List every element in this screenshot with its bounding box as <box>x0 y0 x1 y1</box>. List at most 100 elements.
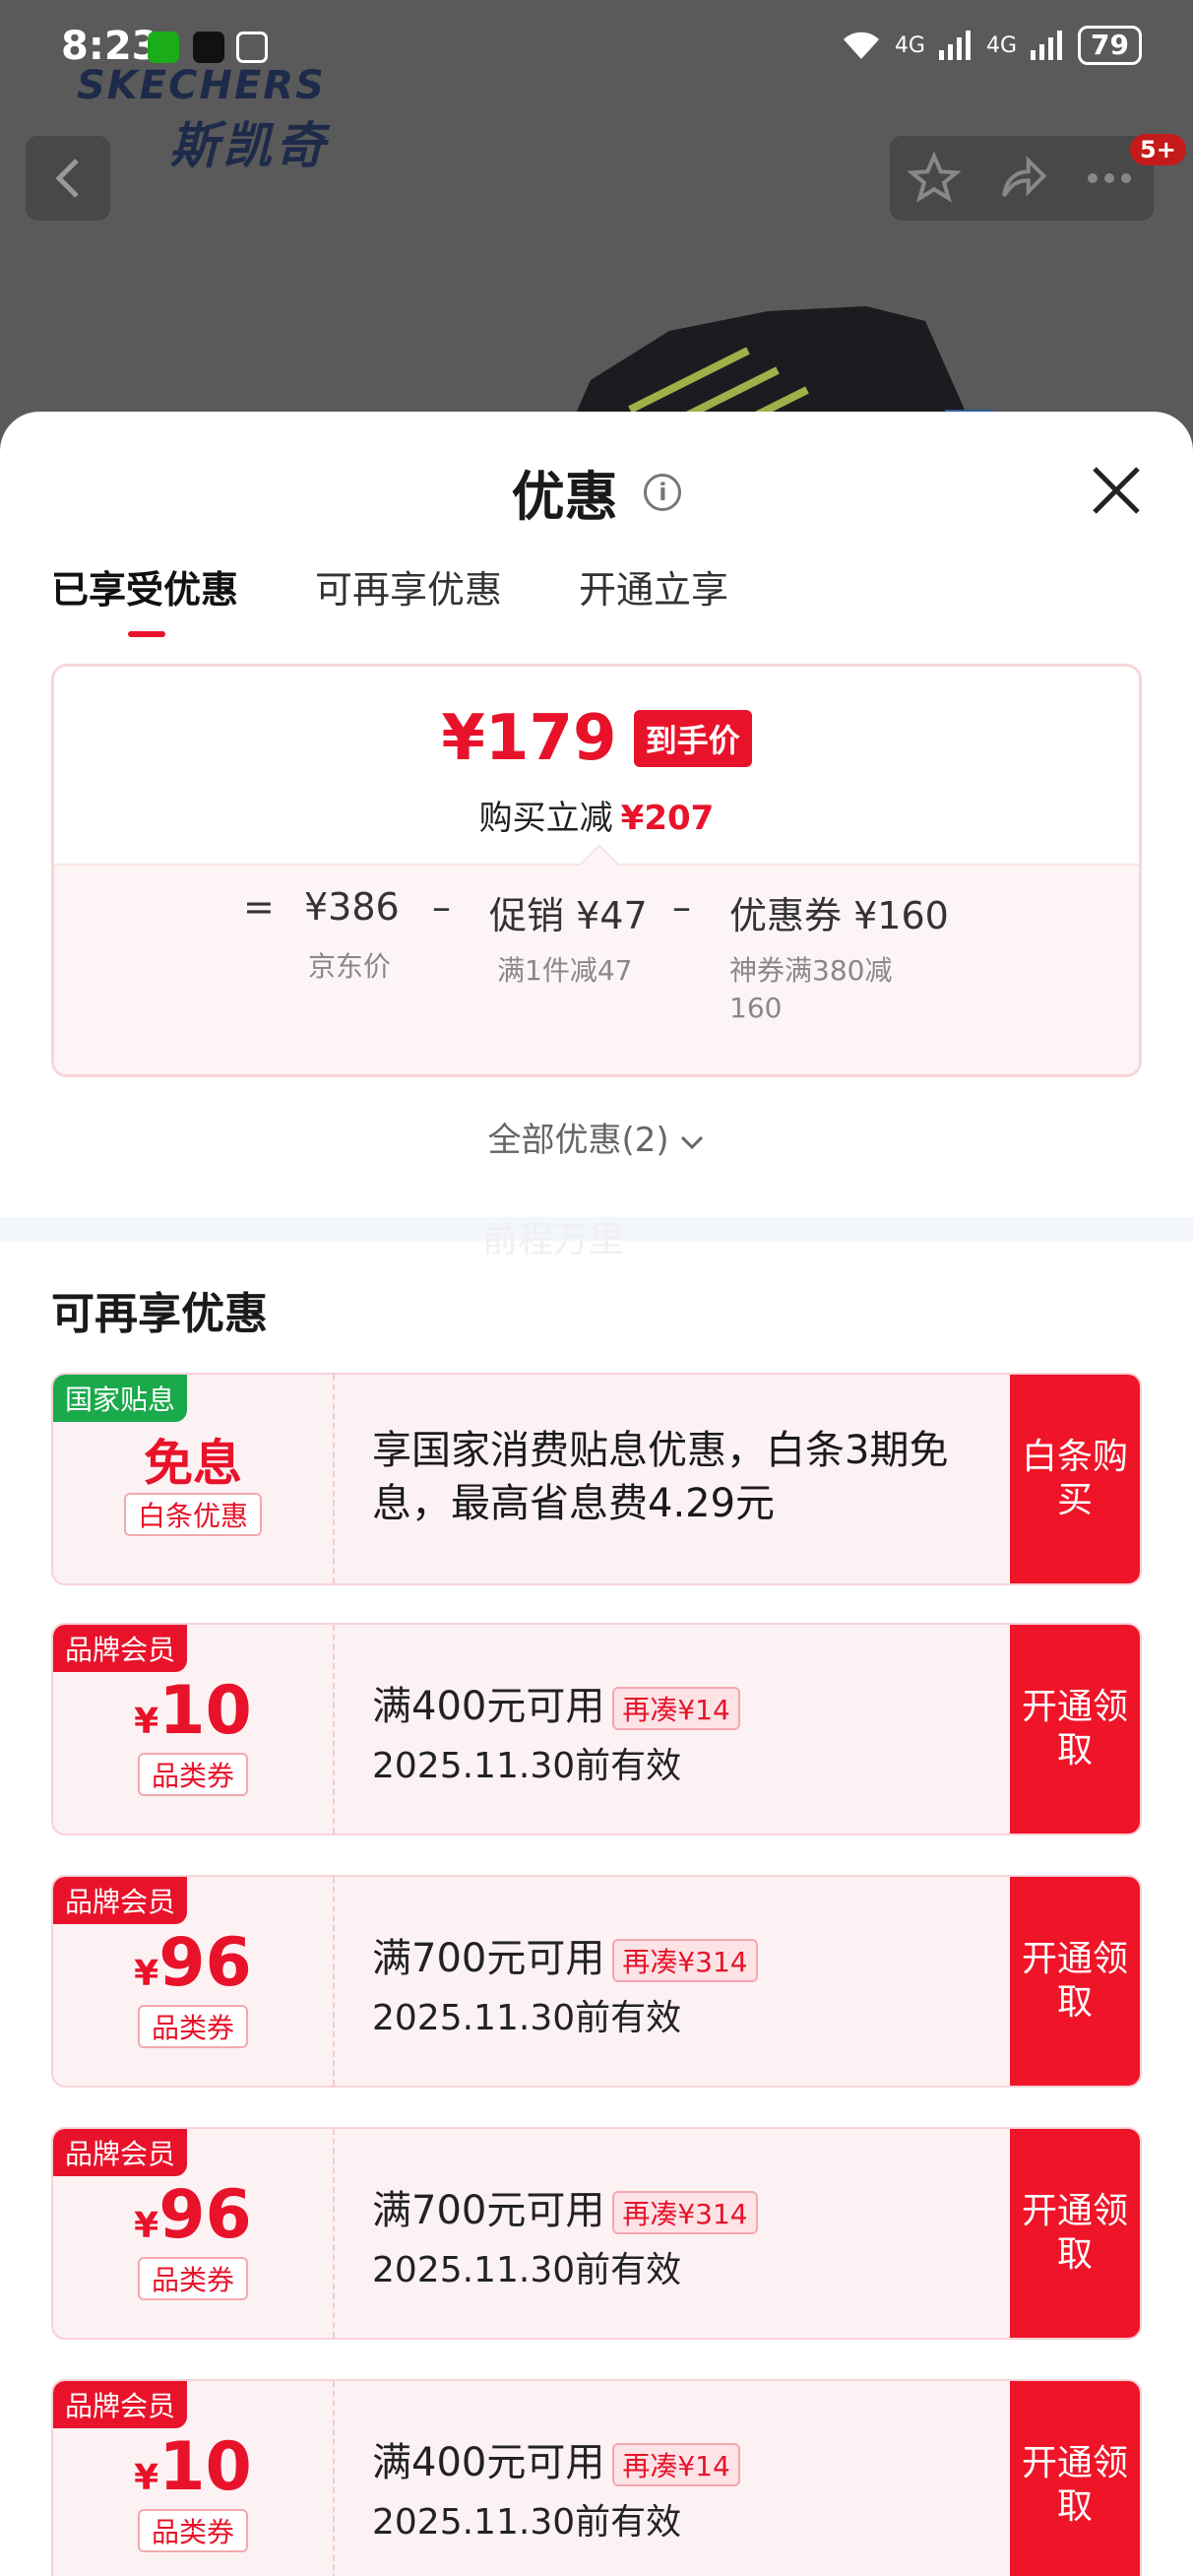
interest-amount: 免息 <box>144 1435 242 1492</box>
sheet-title: 优惠 <box>511 466 618 528</box>
coupon-value: 10 <box>158 2428 252 2506</box>
open-claim-button[interactable]: 开通领取 <box>1010 1877 1140 2086</box>
coupon-label: 优惠券 <box>729 894 843 937</box>
coupon-info: 满400元可用 再凑¥14 2025.11.30前有效 <box>372 2430 963 2544</box>
share-icon[interactable] <box>995 152 1048 205</box>
coupon-extra: 再凑¥14 <box>612 1687 740 1730</box>
brand-logo-cn: 斯凯奇 <box>169 117 329 174</box>
status-right: 4G 4G 79 <box>842 26 1142 65</box>
coupon-value: 96 <box>158 1924 252 2002</box>
coupon-amount: ¥160 <box>853 894 949 937</box>
coupon-card-3: ¥96 品类券 品牌会员 满700元可用 再凑¥314 2025.11.30前有效… <box>51 2127 1142 2340</box>
coupon-extra: 再凑¥314 <box>612 2191 758 2234</box>
open-claim-button[interactable]: 开通领取 <box>1010 2129 1140 2338</box>
product-page-background: 8:23 4G 4G 79 SKECHERS 斯凯奇 5+ <box>0 0 1193 453</box>
watermark: 前程万里 <box>482 1220 625 1260</box>
network-4g-2: 4G <box>985 32 1018 58</box>
all-promos-label: 全部优惠(2) <box>487 1121 669 1160</box>
jd-price: ¥386 <box>304 885 400 929</box>
wifi-icon <box>843 32 879 59</box>
all-promos-toggle[interactable]: 全部优惠(2) <box>0 1113 1193 1161</box>
coupon-tag: 品牌会员 <box>53 1625 188 1672</box>
coupon-tag: 品牌会员 <box>53 1877 188 1924</box>
tab-enjoyed[interactable]: 已享受优惠 <box>51 559 238 637</box>
final-price-row: ¥179 到手价 <box>54 702 1139 775</box>
coupon-condition: 满700元可用 <box>372 1936 605 1981</box>
coupon-valid: 2025.11.30前有效 <box>372 2250 682 2290</box>
coupon-valid: 2025.11.30前有效 <box>372 1998 682 2038</box>
star-icon[interactable] <box>907 152 961 205</box>
coupon-separator <box>333 2129 335 2338</box>
coupon-condition: 满400元可用 <box>372 2440 605 2485</box>
coupon-type: 品类券 <box>137 1753 249 1796</box>
equals-sign: = <box>243 885 275 929</box>
promotion-sheet: 优惠 i 已享受优惠 可再享优惠 开通立享 ¥179 到手价 购买立减 ¥207 … <box>0 412 1193 2576</box>
tab-more[interactable]: 可再享优惠 <box>315 559 502 637</box>
coupon-condition: 满700元可用 <box>372 2188 605 2233</box>
coupon-amount: ¥10 <box>53 2428 333 2506</box>
price-summary: ¥179 到手价 购买立减 ¥207 <box>54 667 1139 864</box>
coupon-card-1: ¥10 品类券 品牌会员 满400元可用 再凑¥14 2025.11.30前有效 … <box>51 1623 1142 1835</box>
final-price: ¥179 <box>441 702 617 775</box>
whitebar-buy-button[interactable]: 白条购买 <box>1010 1375 1140 1583</box>
signal-icon <box>938 31 971 60</box>
coupon-info: 满700元可用 再凑¥314 2025.11.30前有效 <box>372 2178 963 2292</box>
reduce-label: 购买立减 <box>478 799 613 838</box>
coupon-card-2: ¥96 品类券 品牌会员 满700元可用 再凑¥314 2025.11.30前有效… <box>51 1875 1142 2088</box>
promo-tabs: 已享受优惠 可再享优惠 开通立享 <box>51 559 728 637</box>
chevron-down-icon <box>681 1135 704 1150</box>
coupon-extra: 再凑¥314 <box>612 1939 758 1982</box>
chevron-left-icon <box>55 159 79 198</box>
coupon-condition: 满400元可用 <box>372 1684 605 1729</box>
coupon-value: 96 <box>158 2176 252 2254</box>
yen-sign: ¥ <box>134 2458 159 2498</box>
open-claim-button[interactable]: 开通领取 <box>1010 1625 1140 1834</box>
coupon-type: 白条优惠 <box>123 1493 263 1536</box>
message-badge: 5+ <box>1130 134 1186 165</box>
final-price-tag: 到手价 <box>633 710 752 767</box>
tiktok-icon <box>193 32 224 63</box>
coupon-valid: 2025.11.30前有效 <box>372 2502 682 2543</box>
coupon-separator <box>333 2381 335 2576</box>
interest-text: 享国家消费贴息优惠，白条3期免息，最高省息费4.29元 <box>372 1428 949 1526</box>
coupon-separator <box>333 1625 335 1834</box>
battery-indicator: 79 <box>1078 26 1142 65</box>
coupon-line: 优惠券 ¥160 <box>729 885 949 939</box>
yen-sign: ¥ <box>134 2206 159 2246</box>
yen-sign: ¥ <box>134 1702 159 1742</box>
coupon-extra: 再凑¥14 <box>612 2443 740 2486</box>
jd-price-label: 京东价 <box>308 950 392 983</box>
coupon-value: 10 <box>158 1672 252 1750</box>
open-claim-button[interactable]: 开通领取 <box>1010 2381 1140 2576</box>
coupon-separator <box>333 1877 335 2086</box>
sheet-title-row: 优惠 i <box>0 453 1193 531</box>
signal-icon-2 <box>1031 31 1063 60</box>
coupon-info: 满400元可用 再凑¥14 2025.11.30前有效 <box>372 1674 963 1788</box>
minus-sign-2: – <box>672 885 691 929</box>
section-title-more: 可再享优惠 <box>51 1289 268 1339</box>
yen-sign: ¥ <box>134 1954 159 1994</box>
coupon-amount: ¥10 <box>53 1672 333 1750</box>
coupon-tag: 品牌会员 <box>53 2381 188 2428</box>
coupon-tag: 国家贴息 <box>53 1375 188 1422</box>
promo-amount: ¥47 <box>576 894 648 937</box>
brand-logo-en: SKECHERS <box>77 63 326 108</box>
coupon-card-4: ¥10 品类券 品牌会员 满400元可用 再凑¥14 2025.11.30前有效 … <box>51 2379 1142 2576</box>
promo-line: 促销 ¥47 <box>489 885 648 939</box>
more-icon[interactable] <box>1083 168 1136 188</box>
promo-label: 促销 <box>489 894 565 937</box>
coupon-amount: ¥96 <box>53 1924 333 2002</box>
header-actions <box>890 136 1154 221</box>
coupon-type: 品类券 <box>137 2257 249 2300</box>
tab-open[interactable]: 开通立享 <box>579 559 728 637</box>
coupon-separator <box>333 1375 335 1583</box>
price-calculation: = ¥386 京东价 – 促销 ¥47 满1件减47 – 优惠券 ¥160 神券… <box>54 864 1139 1074</box>
reduce-row: 购买立减 ¥207 <box>54 791 1139 839</box>
coupon-valid: 2025.11.30前有效 <box>372 1746 682 1786</box>
info-icon[interactable]: i <box>644 473 682 511</box>
wechat-icon <box>148 32 179 63</box>
coupon-type: 品类券 <box>137 2509 249 2552</box>
close-icon[interactable] <box>1089 463 1144 518</box>
back-button[interactable] <box>26 136 110 221</box>
promo-desc: 满1件减47 <box>497 954 633 987</box>
